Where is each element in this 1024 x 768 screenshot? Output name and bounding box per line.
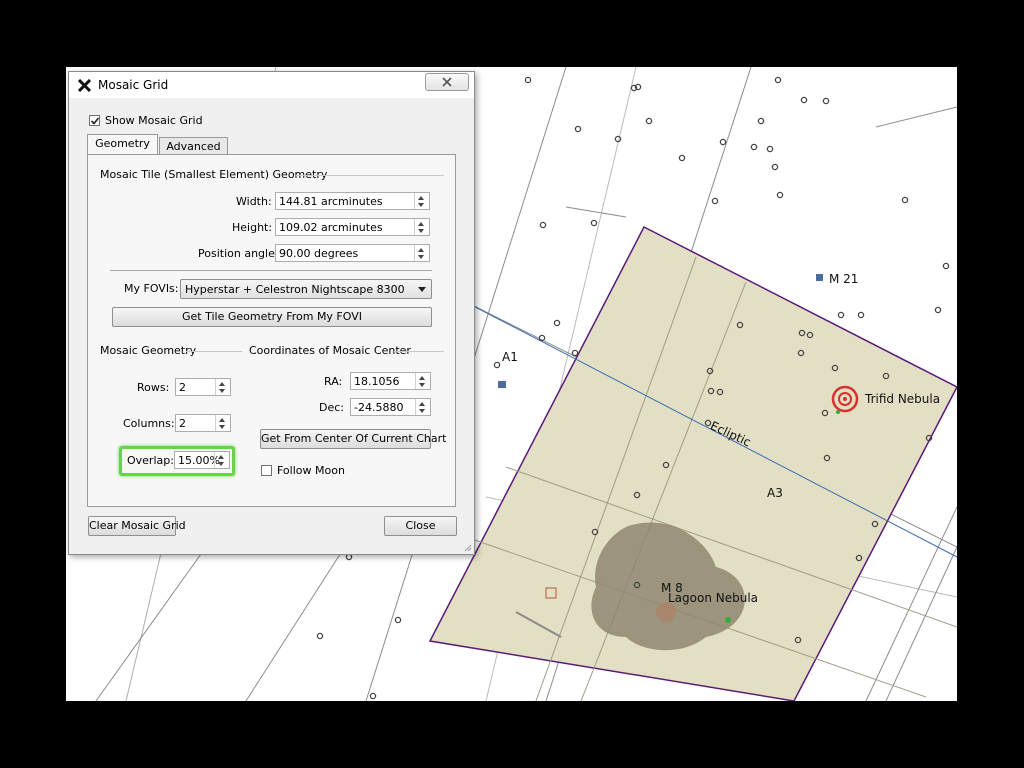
lagoon-nebula-label: Lagoon Nebula bbox=[668, 591, 759, 605]
divider bbox=[110, 270, 432, 271]
spin-arrows[interactable] bbox=[415, 373, 430, 389]
tab-geometry[interactable]: Geometry bbox=[87, 134, 158, 155]
star bbox=[574, 125, 582, 133]
a1-label: A1 bbox=[502, 350, 518, 364]
show-mosaic-grid-checkbox[interactable] bbox=[89, 115, 100, 126]
ra-value: 18.1056 bbox=[354, 375, 400, 388]
width-label: Width: bbox=[236, 195, 272, 208]
star bbox=[345, 553, 353, 561]
dialog-title: Mosaic Grid bbox=[98, 78, 169, 92]
star bbox=[822, 97, 830, 105]
height-spinbox[interactable]: 109.02 arcminutes bbox=[275, 218, 430, 236]
tile-section-heading: Mosaic Tile (Smallest Element) Geometry bbox=[100, 168, 328, 181]
get-from-center-button[interactable]: Get From Center Of Current Chart bbox=[260, 429, 446, 449]
my-fovis-label: My FOVIs: bbox=[124, 282, 179, 295]
star bbox=[766, 145, 774, 153]
spin-arrows[interactable] bbox=[214, 452, 229, 468]
section-divider bbox=[296, 175, 444, 176]
star bbox=[316, 632, 324, 640]
close-icon bbox=[442, 77, 452, 87]
ra-spinbox[interactable]: 18.1056 bbox=[350, 372, 431, 390]
rows-label: Rows: bbox=[137, 381, 170, 394]
star bbox=[590, 219, 598, 227]
resize-grip-icon[interactable] bbox=[462, 542, 472, 552]
dec-value: -24.5880 bbox=[354, 401, 404, 414]
star bbox=[942, 262, 950, 270]
columns-spinbox[interactable]: 2 bbox=[175, 414, 231, 432]
follow-moon-label: Follow Moon bbox=[277, 464, 345, 477]
star bbox=[678, 154, 686, 162]
show-mosaic-grid-label: Show Mosaic Grid bbox=[105, 114, 203, 127]
clear-mosaic-grid-button[interactable]: Clear Mosaic Grid bbox=[88, 516, 186, 536]
star bbox=[369, 692, 377, 700]
star bbox=[539, 221, 547, 229]
follow-moon-checkbox[interactable] bbox=[261, 465, 272, 476]
spin-arrows[interactable] bbox=[215, 415, 230, 431]
dec-label: Dec: bbox=[319, 401, 344, 414]
cluster-marker bbox=[498, 381, 506, 388]
star bbox=[394, 616, 402, 624]
check-icon bbox=[90, 117, 100, 125]
star bbox=[771, 163, 779, 171]
ra-label: RA: bbox=[324, 375, 343, 388]
a3-label: A3 bbox=[767, 486, 783, 500]
star bbox=[776, 191, 784, 199]
get-tile-geometry-button[interactable]: Get Tile Geometry From My FOVI bbox=[112, 307, 432, 327]
m21-label: M 21 bbox=[829, 272, 859, 286]
star bbox=[645, 117, 653, 125]
star bbox=[553, 319, 561, 327]
width-value: 144.81 arcminutes bbox=[279, 195, 383, 208]
position-angle-value: 90.00 degrees bbox=[279, 247, 359, 260]
center-coordinates-heading: Coordinates of Mosaic Center bbox=[249, 344, 411, 357]
spin-arrows[interactable] bbox=[414, 193, 429, 209]
spin-arrows[interactable] bbox=[415, 399, 430, 415]
star bbox=[614, 135, 622, 143]
window-close-button[interactable] bbox=[425, 73, 469, 91]
star bbox=[837, 311, 845, 319]
star bbox=[757, 117, 765, 125]
star bbox=[719, 138, 727, 146]
star bbox=[524, 76, 532, 84]
trifid-nebula-label: Trifid Nebula bbox=[865, 392, 941, 406]
star bbox=[711, 197, 719, 205]
section-divider bbox=[394, 351, 444, 352]
chevron-down-icon bbox=[418, 287, 426, 292]
rows-spinbox[interactable]: 2 bbox=[175, 378, 231, 396]
star bbox=[774, 76, 782, 84]
spin-arrows[interactable] bbox=[215, 379, 230, 395]
section-divider bbox=[186, 351, 242, 352]
position-angle-spinbox[interactable]: 90.00 degrees bbox=[275, 244, 430, 262]
my-fovis-dropdown[interactable]: Hyperstar + Celestron Nightscape 8300 bbox=[180, 279, 432, 299]
rows-value: 2 bbox=[179, 381, 186, 394]
dialog-title-bar[interactable]: Mosaic Grid bbox=[69, 72, 474, 98]
mosaic-grid-dialog: Mosaic Grid Show Mosaic Grid Geometry Ad… bbox=[68, 71, 475, 555]
columns-label: Columns: bbox=[123, 417, 175, 430]
height-value: 109.02 arcminutes bbox=[279, 221, 383, 234]
app-x-icon bbox=[78, 79, 91, 92]
star bbox=[493, 361, 501, 369]
overlap-spinbox[interactable]: 15.00% bbox=[174, 451, 230, 469]
height-label: Height: bbox=[232, 221, 273, 234]
spin-arrows[interactable] bbox=[414, 245, 429, 261]
star bbox=[934, 306, 942, 314]
position-angle-label: Position angle: bbox=[198, 247, 279, 260]
columns-value: 2 bbox=[179, 417, 186, 430]
star bbox=[901, 196, 909, 204]
close-button[interactable]: Close bbox=[384, 516, 457, 536]
mosaic-geometry-heading: Mosaic Geometry bbox=[100, 344, 197, 357]
star bbox=[800, 96, 808, 104]
star bbox=[571, 349, 579, 357]
star bbox=[750, 143, 758, 151]
overlap-label: Overlap: bbox=[127, 454, 174, 467]
my-fovis-value: Hyperstar + Celestron Nightscape 8300 bbox=[185, 283, 405, 296]
spin-arrows[interactable] bbox=[414, 219, 429, 235]
dec-spinbox[interactable]: -24.5880 bbox=[350, 398, 431, 416]
width-spinbox[interactable]: 144.81 arcminutes bbox=[275, 192, 430, 210]
star bbox=[857, 311, 865, 319]
